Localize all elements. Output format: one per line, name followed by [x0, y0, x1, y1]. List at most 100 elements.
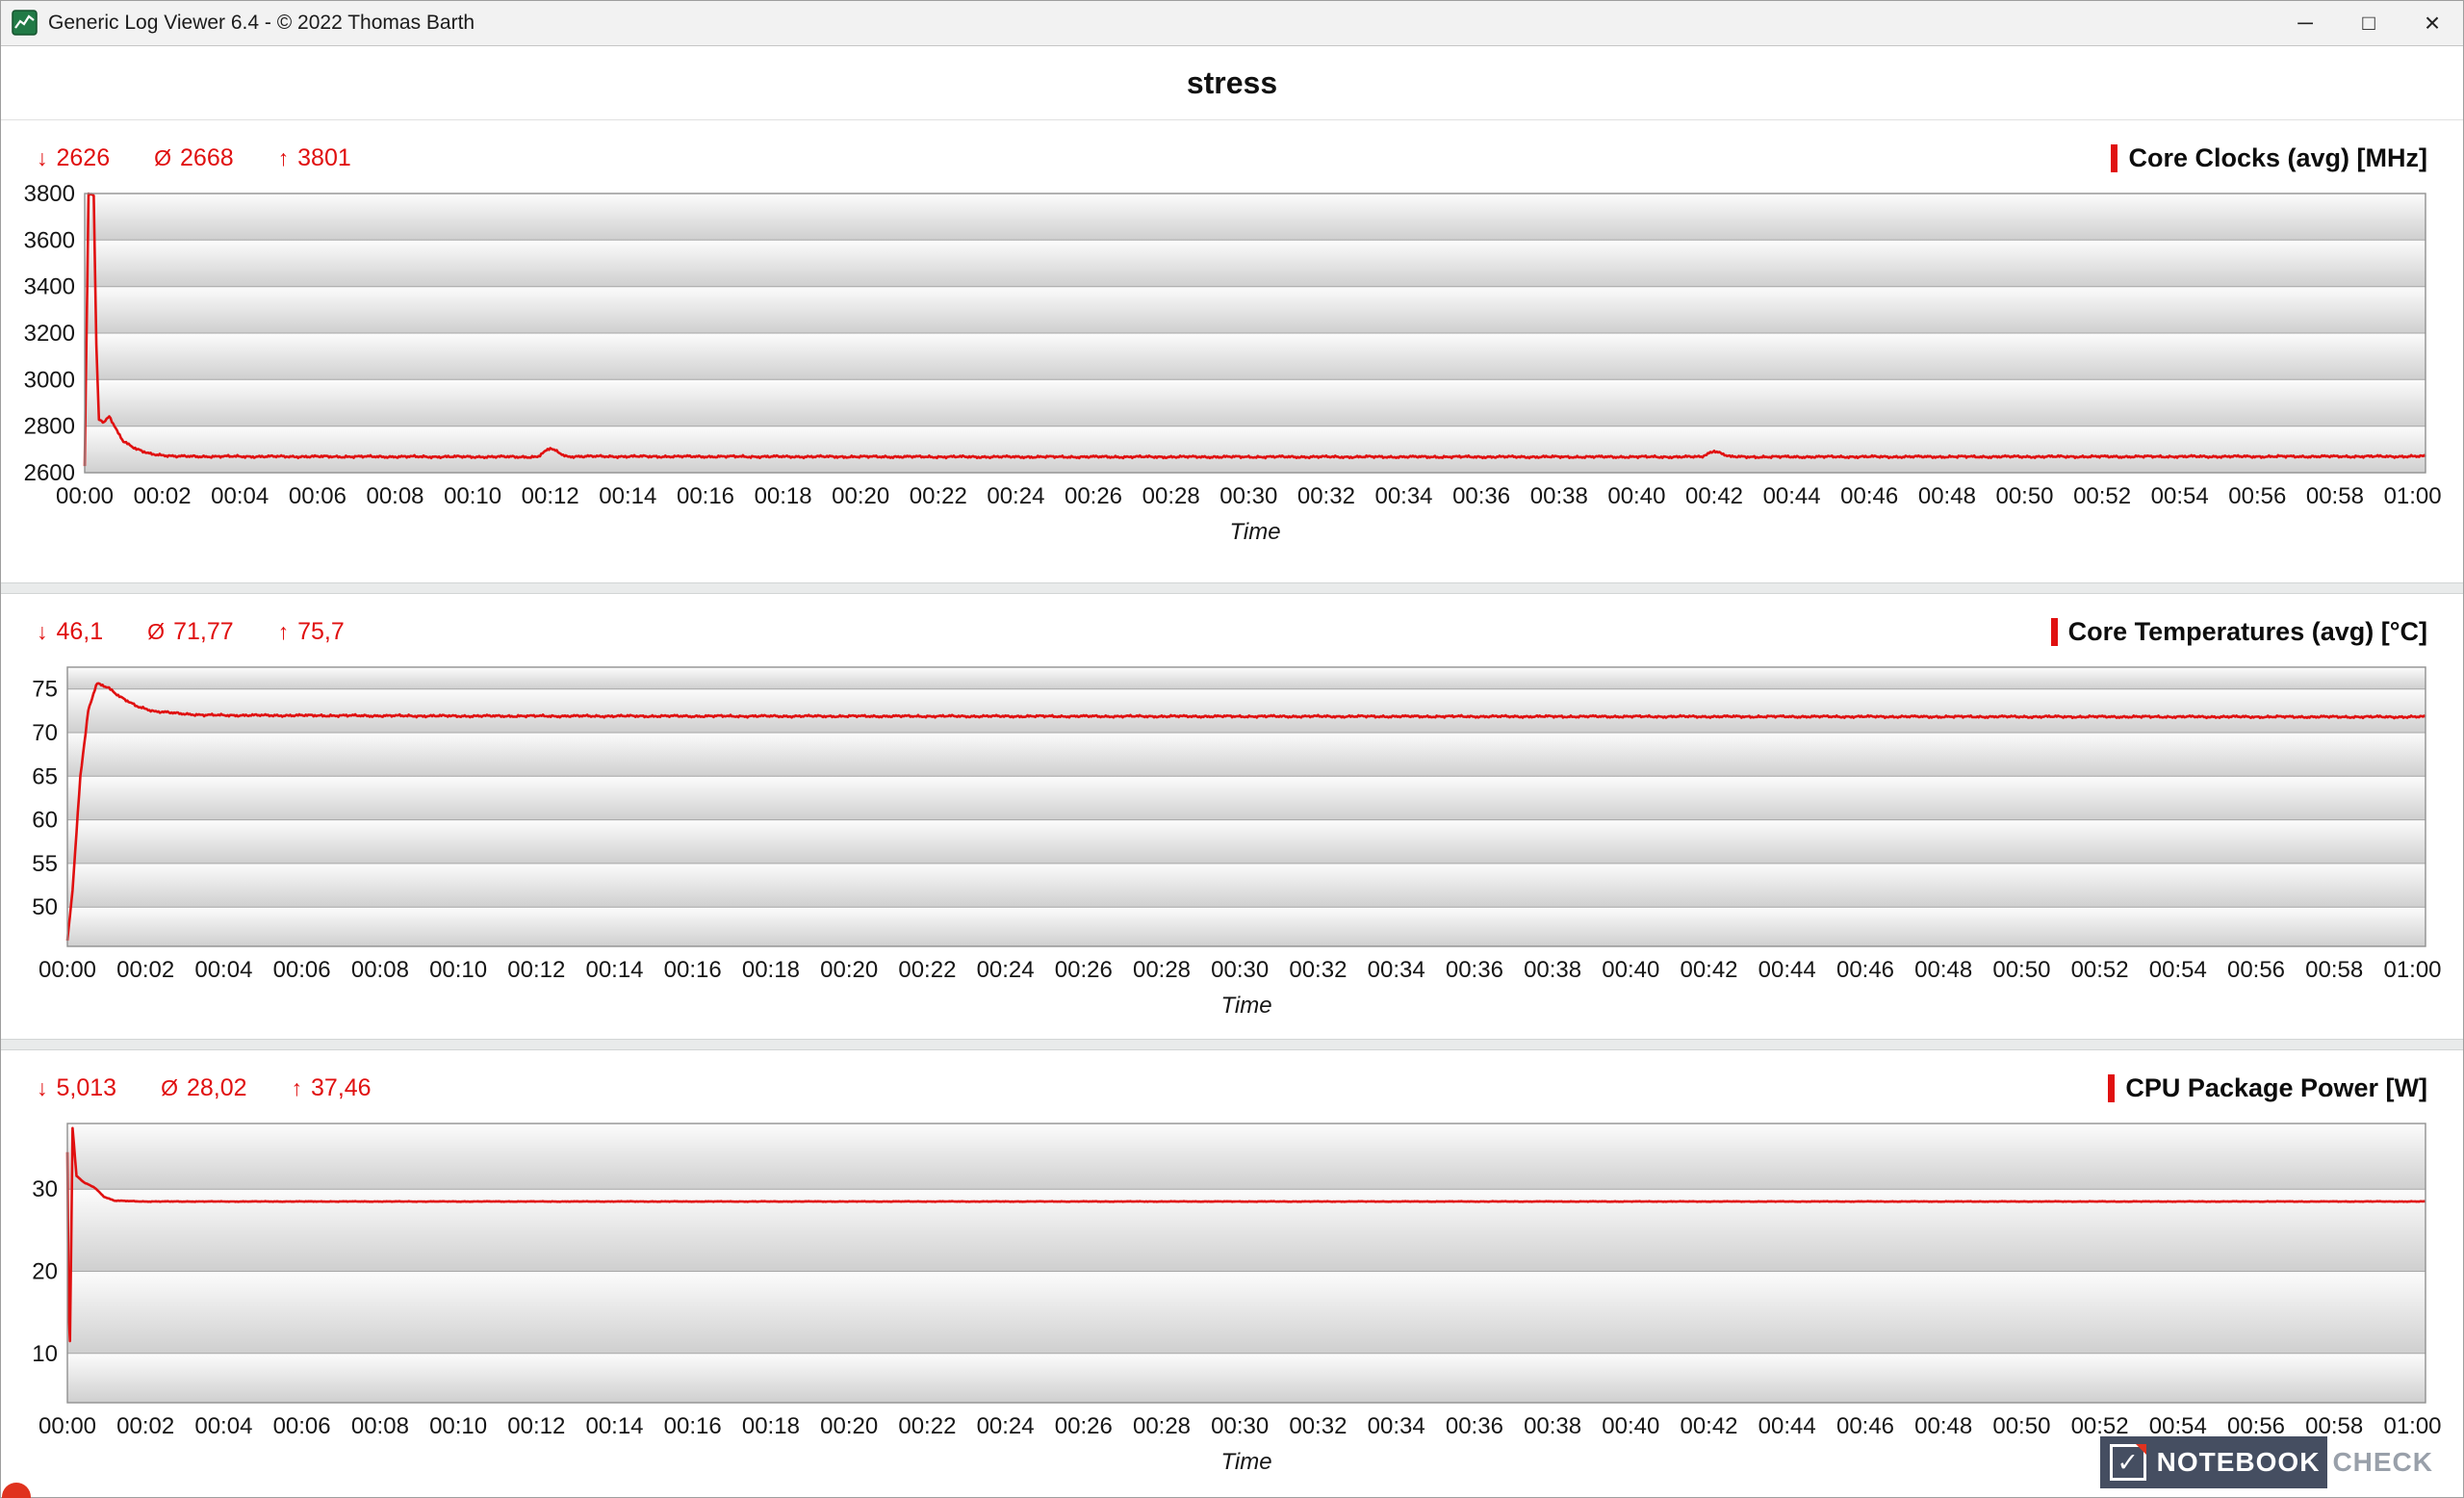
check-icon: ✓: [2110, 1444, 2146, 1481]
svg-text:00:38: 00:38: [1530, 483, 1588, 509]
svg-text:00:00: 00:00: [56, 483, 114, 509]
svg-text:00:22: 00:22: [898, 957, 956, 983]
maximize-button[interactable]: □: [2337, 0, 2400, 45]
stat-max: ↑75,7: [278, 618, 345, 646]
max-arrow-icon: ↑: [278, 145, 290, 171]
svg-text:00:08: 00:08: [366, 483, 424, 509]
svg-text:00:58: 00:58: [2306, 483, 2364, 509]
chart-cpu-package-power[interactable]: 10203000:0000:0200:0400:0600:0800:1000:1…: [23, 1122, 2441, 1447]
svg-text:55: 55: [32, 851, 58, 877]
avg-value: 28,02: [187, 1074, 247, 1102]
svg-text:00:40: 00:40: [1602, 957, 1659, 983]
svg-text:00:40: 00:40: [1602, 1413, 1659, 1439]
svg-text:00:52: 00:52: [2071, 1413, 2129, 1439]
svg-text:00:36: 00:36: [1446, 1413, 1503, 1439]
stat-min: ↓46,1: [37, 618, 103, 646]
series-color-swatch: [2051, 618, 2058, 646]
legend-core-clocks: Core Clocks (avg) [MHz]: [2111, 143, 2427, 173]
svg-text:00:54: 00:54: [2149, 1413, 2207, 1439]
svg-text:00:10: 00:10: [429, 957, 487, 983]
chart-core-clocks[interactable]: 260028003000320034003600380000:0000:0200…: [23, 192, 2441, 517]
stat-avg: Ø 28,02: [161, 1074, 246, 1102]
red-corner-accent: [2136, 1444, 2146, 1455]
svg-text:3800: 3800: [24, 181, 75, 207]
svg-text:00:42: 00:42: [1685, 483, 1743, 509]
svg-text:00:26: 00:26: [1055, 1413, 1113, 1439]
svg-text:00:14: 00:14: [599, 483, 656, 509]
stats-core-temperatures: ↓46,1 Ø71,77 ↑75,7: [37, 618, 345, 646]
svg-text:00:20: 00:20: [820, 1413, 878, 1439]
window-controls: ─ □ ×: [2273, 0, 2464, 45]
svg-text:00:44: 00:44: [1763, 483, 1821, 509]
svg-text:00:42: 00:42: [1680, 957, 1737, 983]
svg-text:00:56: 00:56: [2227, 1413, 2285, 1439]
svg-text:00:50: 00:50: [1992, 1413, 2050, 1439]
svg-text:01:00: 01:00: [2384, 483, 2442, 509]
watermark-notebook-text: NOTEBOOK: [2157, 1447, 2321, 1478]
series-color-swatch: [2111, 144, 2118, 172]
svg-text:00:48: 00:48: [1918, 483, 1976, 509]
max-arrow-icon: ↑: [292, 1075, 303, 1101]
svg-text:00:12: 00:12: [507, 957, 565, 983]
svg-text:00:10: 00:10: [444, 483, 501, 509]
svg-text:3200: 3200: [24, 321, 75, 347]
avg-icon: Ø: [161, 1075, 178, 1101]
svg-text:00:14: 00:14: [585, 1413, 643, 1439]
notebookcheck-logo-left: ✓ NOTEBOOK: [2100, 1436, 2328, 1488]
svg-text:00:20: 00:20: [832, 483, 889, 509]
panel-top-core-temperatures: ↓46,1 Ø71,77 ↑75,7 Core Temperatures (av…: [37, 611, 2431, 652]
svg-text:00:32: 00:32: [1289, 1413, 1347, 1439]
svg-text:00:48: 00:48: [1914, 957, 1972, 983]
svg-text:00:44: 00:44: [1758, 957, 1816, 983]
panel-top-cpu-package-power: ↓5,013 Ø 28,02 ↑37,46 CPU Package Power […: [37, 1068, 2431, 1108]
svg-text:10: 10: [32, 1341, 58, 1367]
min-value: 2626: [57, 144, 111, 172]
svg-text:00:44: 00:44: [1758, 1413, 1816, 1439]
x-axis-title: Time: [1220, 1449, 1271, 1476]
svg-text:01:00: 01:00: [2383, 1413, 2441, 1439]
panel-core-clocks: ↓2626 Ø2668 ↑3801 Core Clocks (avg) [MHz…: [0, 120, 2464, 582]
svg-text:00:20: 00:20: [820, 957, 878, 983]
svg-text:00:18: 00:18: [742, 957, 800, 983]
svg-text:00:26: 00:26: [1055, 957, 1113, 983]
svg-text:00:00: 00:00: [38, 957, 96, 983]
svg-text:00:48: 00:48: [1914, 1413, 1972, 1439]
legend-cpu-package-power: CPU Package Power [W]: [2108, 1073, 2427, 1103]
svg-text:00:26: 00:26: [1065, 483, 1122, 509]
avg-value: 2668: [180, 144, 234, 172]
min-value: 5,013: [57, 1074, 117, 1102]
legend-core-temperatures: Core Temperatures (avg) [°C]: [2051, 617, 2427, 647]
minimize-button[interactable]: ─: [2273, 0, 2337, 45]
svg-text:00:30: 00:30: [1219, 483, 1277, 509]
svg-text:50: 50: [32, 894, 58, 920]
svg-text:00:06: 00:06: [289, 483, 346, 509]
svg-text:00:52: 00:52: [2071, 957, 2129, 983]
svg-text:00:02: 00:02: [116, 1413, 174, 1439]
svg-text:00:08: 00:08: [351, 1413, 409, 1439]
chart-core-temperatures[interactable]: 50556065707500:0000:0200:0400:0600:0800:…: [23, 665, 2441, 991]
avg-icon: Ø: [154, 145, 171, 171]
watermark-check-text: CHECK: [2327, 1436, 2439, 1488]
svg-text:00:50: 00:50: [1995, 483, 2053, 509]
svg-text:00:04: 00:04: [211, 483, 269, 509]
stat-max: ↑37,46: [292, 1074, 372, 1102]
svg-text:00:30: 00:30: [1211, 1413, 1269, 1439]
svg-text:00:46: 00:46: [1836, 1413, 1894, 1439]
svg-text:00:46: 00:46: [1840, 483, 1898, 509]
window-title: Generic Log Viewer 6.4 - © 2022 Thomas B…: [48, 12, 475, 35]
x-axis-title: Time: [1220, 993, 1271, 1020]
svg-text:2800: 2800: [24, 414, 75, 440]
svg-text:00:18: 00:18: [755, 483, 812, 509]
min-value: 46,1: [57, 618, 104, 646]
stat-max: ↑ 3801: [278, 144, 351, 172]
svg-text:00:54: 00:54: [2151, 483, 2209, 509]
svg-text:00:18: 00:18: [742, 1413, 800, 1439]
window-titlebar[interactable]: Generic Log Viewer 6.4 - © 2022 Thomas B…: [0, 0, 2464, 46]
svg-text:00:28: 00:28: [1133, 1413, 1191, 1439]
series-color-swatch: [2108, 1074, 2115, 1102]
max-value: 3801: [297, 144, 351, 172]
close-button[interactable]: ×: [2400, 0, 2464, 45]
svg-text:60: 60: [32, 808, 58, 834]
stat-min: ↓5,013: [37, 1074, 116, 1102]
notebookcheck-watermark: ✓ NOTEBOOK CHECK: [2100, 1436, 2439, 1488]
